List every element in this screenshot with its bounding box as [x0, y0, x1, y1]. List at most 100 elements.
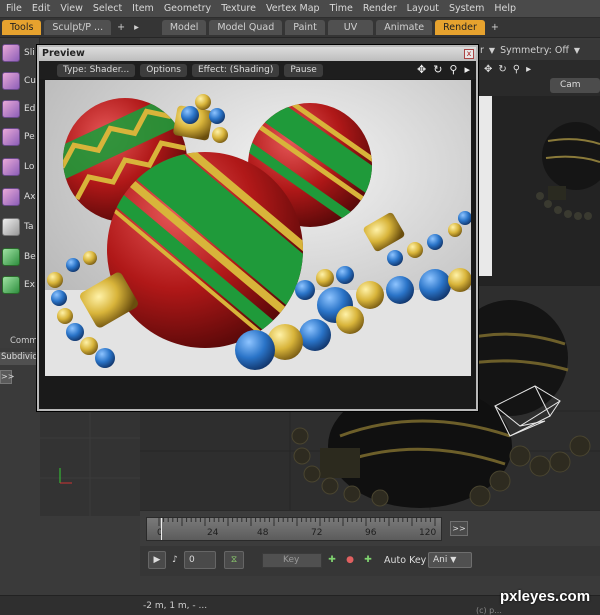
tool-bevel[interactable]: Be [0, 244, 40, 270]
menu-item[interactable]: Item [132, 3, 154, 14]
autokey-dropdown[interactable]: Ani ▼ [428, 552, 472, 568]
current-frame-field[interactable]: 0 [184, 551, 216, 569]
zoom-icon[interactable]: ⚲ [513, 64, 520, 75]
tick-label-96: 96 [365, 528, 377, 538]
bevel-tool-icon [2, 248, 20, 266]
extrude-tool-icon [2, 276, 20, 294]
viewport-right[interactable]: ✥ ↻ ⚲ ▸ Cam [478, 60, 600, 286]
watermark-logo: pxleyes.com [500, 588, 591, 605]
menu-geometry[interactable]: Geometry [164, 3, 211, 14]
commands-label: Comm [10, 336, 38, 346]
viewport-controls: ✥ ↻ ⚲ ▸ [484, 60, 531, 78]
tick-label-24: 24 [207, 528, 219, 538]
tab-uv[interactable]: UV [327, 20, 374, 35]
chevron-down-icon[interactable]: ▼ [489, 46, 495, 55]
loop-tool-icon [2, 158, 20, 176]
key-all-icon[interactable]: ✚ [360, 551, 376, 569]
set-key-icon[interactable]: ✚ [324, 551, 340, 569]
chevron-down-icon[interactable]: ▼ [574, 46, 580, 55]
axis-gizmo-icon [59, 468, 72, 484]
tab-model[interactable]: Model [161, 20, 207, 35]
tab-render[interactable]: Render [435, 20, 485, 35]
tick-label-120: 120 [419, 528, 437, 538]
play-icon: ▶ [153, 555, 161, 565]
preview-title-bar[interactable]: Preview [39, 47, 476, 61]
tool-cut[interactable]: Cu [0, 68, 40, 94]
zoom-icon[interactable]: ⚲ [449, 63, 457, 76]
play-icon[interactable]: ▸ [464, 63, 470, 76]
delete-key-icon[interactable]: ● [342, 551, 358, 569]
chevron-down-icon: ▼ [450, 555, 457, 564]
menu-texture[interactable]: Texture [221, 3, 256, 14]
edge-tool-icon [2, 100, 20, 118]
timeline-expand-button[interactable]: >> [450, 521, 468, 536]
timeline-ticks [158, 518, 436, 526]
cut-tool-icon [2, 72, 20, 90]
menu-layout[interactable]: Layout [407, 3, 439, 14]
menu-vertex-map[interactable]: Vertex Map [266, 3, 320, 14]
tool-slice[interactable]: Sli [0, 40, 40, 66]
taper-tool-icon [2, 218, 20, 236]
keyframe-filter-button[interactable]: ⧖ [224, 551, 244, 569]
tool-loop[interactable]: Lo [0, 154, 40, 180]
tab-more-button[interactable]: ▸ [131, 20, 142, 35]
coordinate-readout: -2 m, 1 m, - ... [143, 601, 208, 611]
menu-file[interactable]: File [6, 3, 22, 14]
camera-dropdown[interactable]: Cam [550, 78, 600, 93]
play-button[interactable]: ▶ [148, 551, 166, 569]
viewport-ornament-render [478, 96, 600, 286]
add-layout-tab-button[interactable]: + [488, 20, 502, 35]
tool-pen[interactable]: Pe [0, 124, 40, 150]
tab-animate[interactable]: Animate [376, 20, 433, 35]
symmetry-bar: r ▼ Symmetry: Off ▼ [478, 40, 600, 60]
expand-palette-button[interactable]: >> [0, 370, 14, 384]
tool-extrude[interactable]: Ex [0, 272, 40, 298]
tab-bar: Tools Sculpt/P ... + ▸ Model Model Quad … [0, 18, 600, 38]
pause-button[interactable]: Pause [284, 63, 323, 77]
audio-icon[interactable]: ♪ [170, 551, 180, 569]
playhead[interactable] [161, 518, 162, 540]
tab-paint[interactable]: Paint [285, 20, 325, 35]
tab-tools[interactable]: Tools [2, 20, 42, 35]
menu-system[interactable]: System [449, 3, 484, 14]
tool-taper[interactable]: Ta [0, 214, 40, 240]
toolbar-fragment: r [480, 44, 484, 56]
menu-help[interactable]: Help [494, 3, 516, 14]
menu-edit[interactable]: Edit [32, 3, 50, 14]
menu-view[interactable]: View [60, 3, 83, 14]
tool-edge[interactable]: Ed [0, 96, 40, 122]
tick-label-72: 72 [311, 528, 323, 538]
tool-axis[interactable]: Ax [0, 184, 40, 210]
effect-shading-button[interactable]: Effect: (Shading) [191, 63, 280, 77]
menu-render[interactable]: Render [363, 3, 397, 14]
render-preview-image [45, 80, 471, 376]
timeline-ruler[interactable]: 0 24 48 72 96 120 [146, 517, 442, 541]
timeline: 0 24 48 72 96 120 >> [140, 510, 600, 546]
axis-tool-icon [2, 188, 20, 206]
tool-palette: Sli Cu Ed Pe Lo Ax Ta Be Ex Comm Subdivi… [0, 38, 43, 384]
tab-model-quad[interactable]: Model Quad [209, 20, 283, 35]
preview-view-controls: ✥ ↻ ⚲ ▸ [417, 63, 470, 76]
menu-time[interactable]: Time [330, 3, 353, 14]
options-button[interactable]: Options [140, 63, 187, 77]
pen-tool-icon [2, 128, 20, 146]
key-field[interactable]: Key [262, 553, 322, 568]
close-icon[interactable]: x [464, 49, 474, 59]
add-tab-button[interactable]: + [114, 20, 128, 35]
tick-label-48: 48 [257, 528, 269, 538]
autokey-label: Auto Key [384, 555, 427, 566]
type-shader-button[interactable]: Type: Shader... [57, 63, 136, 77]
rotate-icon[interactable]: ↻ [498, 64, 506, 75]
menu-select[interactable]: Select [93, 3, 122, 14]
preview-window[interactable]: Preview x Type: Shader... Options Effect… [37, 45, 478, 411]
play-icon[interactable]: ▸ [526, 64, 531, 75]
rotate-icon[interactable]: ↻ [433, 63, 442, 76]
slice-tool-icon [2, 44, 20, 62]
move-icon[interactable]: ✥ [484, 64, 492, 75]
symmetry-dropdown[interactable]: Symmetry: Off [500, 45, 569, 56]
subdivide-button[interactable]: Subdivide [0, 352, 43, 365]
tab-sculpt[interactable]: Sculpt/P ... [44, 20, 112, 35]
watermark-fragment: (c) p... [476, 606, 502, 615]
transport-bar: ▶ ♪ 0 ⧖ Key ✚ ● ✚ Auto Key Ani ▼ [140, 546, 600, 576]
move-icon[interactable]: ✥ [417, 63, 426, 76]
